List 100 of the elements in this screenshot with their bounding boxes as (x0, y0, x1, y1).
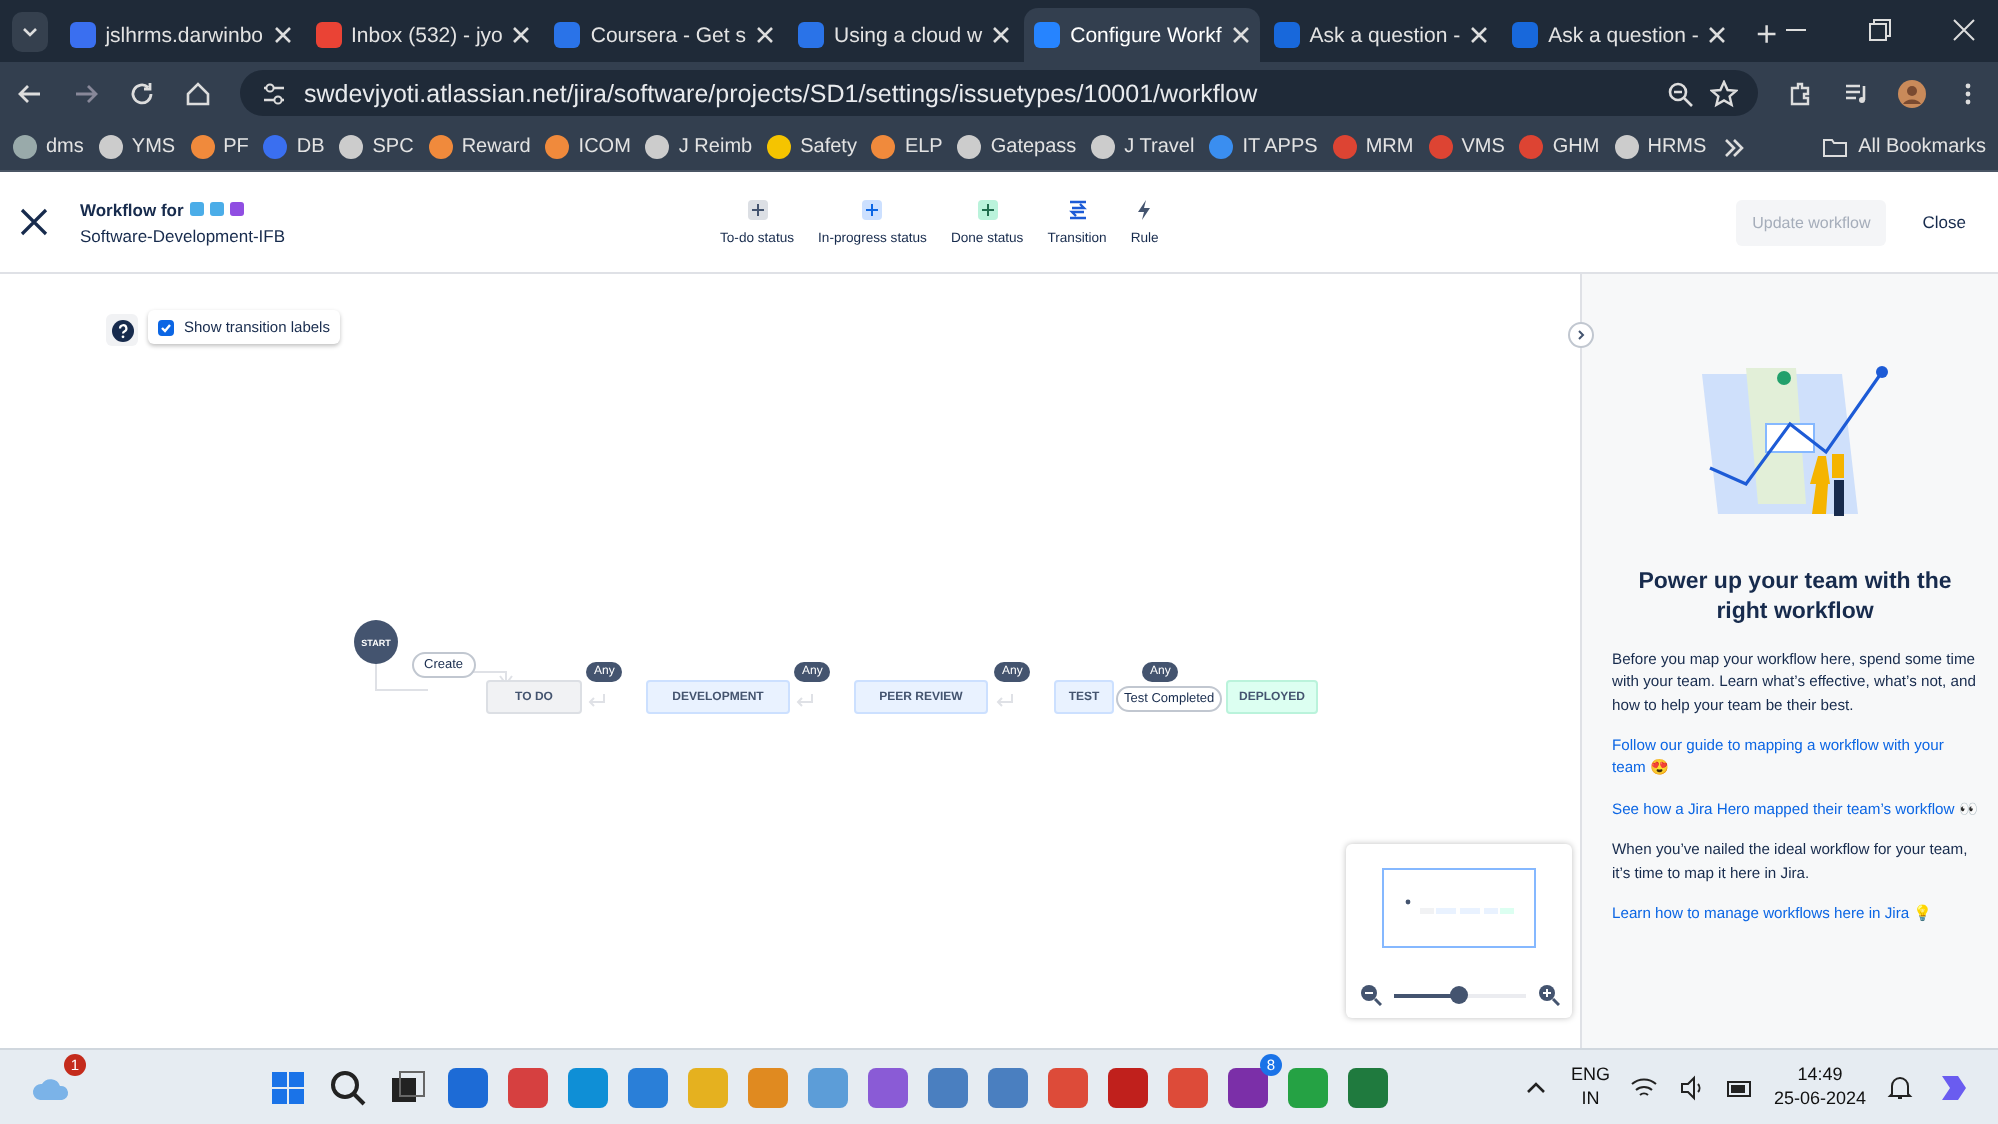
app-icon[interactable] (868, 1067, 908, 1107)
bookmark-icon (1331, 134, 1358, 160)
folder-icon (1822, 134, 1849, 160)
start-icon[interactable] (268, 1067, 308, 1107)
app-icon[interactable] (1228, 1067, 1268, 1107)
bookmark-icon (1208, 134, 1235, 160)
browser-tab[interactable]: Ask a question - (1502, 8, 1737, 62)
task-type-icon (209, 202, 224, 216)
bookmark[interactable]: IT APPS (1208, 134, 1318, 160)
help-icon (111, 319, 133, 341)
app-icon[interactable] (628, 1067, 668, 1107)
browser-tab[interactable]: Coursera - Get s (544, 8, 784, 62)
app-icon[interactable] (448, 1067, 488, 1107)
reload-icon[interactable] (128, 79, 156, 107)
bookmark[interactable]: PF (189, 134, 249, 160)
subtask-type-icon (229, 202, 244, 216)
home-icon[interactable] (184, 79, 212, 107)
close-button[interactable]: Close (1914, 204, 1974, 240)
browser-tab[interactable]: jslhrms.darwinbo (59, 8, 301, 62)
bookmark[interactable]: GHM (1518, 134, 1600, 160)
issue-type-icon (189, 202, 204, 216)
return-arrow-icon (796, 694, 814, 708)
bookmark-icon (1427, 134, 1454, 160)
app-icon[interactable] (928, 1067, 968, 1107)
bookmark-icon (12, 134, 38, 160)
browser-tab[interactable]: Ask a question - (1263, 8, 1499, 62)
bookmark-icon (97, 134, 124, 160)
site-settings-icon[interactable] (260, 79, 288, 107)
bookmark-icon (870, 134, 897, 160)
volume-icon[interactable] (1677, 1073, 1706, 1101)
browser-tab[interactable]: Inbox (532) - jyo (305, 8, 541, 62)
zoom-out-icon[interactable] (1359, 984, 1381, 1006)
bookmark-icon (1518, 134, 1545, 160)
bookmark[interactable]: ICOM (544, 134, 631, 160)
task-view-icon[interactable] (388, 1067, 428, 1107)
tab-search-button[interactable] (12, 12, 48, 52)
checkbox[interactable] (158, 319, 174, 335)
bookmark-icon (766, 134, 793, 160)
bookmark[interactable]: DB (262, 134, 325, 160)
zoom-slider-thumb[interactable] (1450, 986, 1468, 1004)
wifi-icon[interactable] (1629, 1073, 1658, 1101)
search-icon[interactable] (328, 1067, 368, 1107)
bookmark-icon (956, 134, 983, 160)
browser-tab[interactable]: Using a cloud w (787, 8, 1021, 62)
panel-heading: Power up your team with the right workflow (1636, 568, 1954, 628)
plus-icon (747, 199, 768, 219)
bookmark[interactable]: J Travel (1090, 134, 1195, 160)
favicon-icon (69, 22, 96, 48)
zoom-icon[interactable] (1666, 79, 1694, 107)
back-icon[interactable] (16, 79, 44, 107)
bookmark[interactable]: ELP (870, 134, 943, 160)
close-icon[interactable] (20, 208, 48, 236)
bell-icon[interactable] (1886, 1073, 1914, 1101)
favicon-icon (554, 22, 581, 48)
bookmark[interactable]: Gatepass (956, 134, 1077, 160)
bookmark[interactable]: SPC (338, 134, 414, 160)
app-icon[interactable] (1048, 1067, 1088, 1107)
bookmark-icon (189, 134, 216, 160)
bookmark[interactable]: YMS (97, 134, 176, 160)
app-icon[interactable] (1108, 1067, 1148, 1107)
address-bar[interactable]: swdevjyoti.atlassian.net/jira/software/projects/SD1/settings/issuetypes/10001/workflow (240, 70, 1758, 116)
bookmark-icon (544, 134, 571, 160)
more-bookmarks-icon[interactable] (1720, 133, 1749, 161)
bookmark[interactable]: J Reimb (644, 134, 753, 160)
bookmark[interactable]: MRM (1331, 134, 1414, 160)
clock[interactable]: 14:49 25-06-2024 (1773, 1063, 1866, 1111)
transition-icon (1067, 199, 1088, 219)
forward-icon[interactable] (72, 79, 100, 107)
app-icon[interactable] (1168, 1067, 1208, 1107)
chevron-right-icon (1576, 330, 1586, 340)
browser-tab[interactable]: Configure Workf (1024, 8, 1260, 62)
new-tab-icon[interactable] (1756, 22, 1778, 46)
app-icon[interactable] (568, 1067, 608, 1107)
media-icon[interactable] (1842, 79, 1870, 107)
return-arrow-icon (996, 694, 1014, 708)
zoom-in-icon[interactable] (1537, 984, 1559, 1006)
app-icon[interactable] (508, 1067, 548, 1107)
app-icon[interactable] (1288, 1067, 1328, 1107)
app-icon[interactable] (988, 1067, 1028, 1107)
bookmark[interactable]: HRMS (1613, 134, 1707, 160)
all-bookmarks[interactable]: All Bookmarks (1822, 134, 1986, 160)
bookmark[interactable]: Safety (766, 134, 857, 160)
bookmark-icon (427, 134, 454, 160)
bookmark[interactable]: VMS (1427, 134, 1505, 160)
favicon-icon (315, 22, 341, 48)
bookmark-icon (1613, 134, 1640, 160)
language-indicator[interactable]: ENG IN (1570, 1063, 1610, 1111)
avatar-icon[interactable] (1898, 79, 1926, 107)
star-icon[interactable] (1710, 79, 1738, 107)
restore-icon[interactable] (1866, 16, 1894, 44)
bookmark-icon (1090, 134, 1117, 160)
bookmark[interactable]: dms (12, 134, 84, 160)
app-icon[interactable] (1348, 1067, 1388, 1107)
bookmark-icon (262, 134, 289, 160)
return-arrow-icon (588, 694, 606, 708)
plus-icon (862, 199, 883, 219)
help-button[interactable] (106, 314, 138, 346)
collapse-panel-button[interactable] (1568, 322, 1594, 348)
bookmark[interactable]: Reward (427, 134, 531, 160)
extensions-icon[interactable] (1786, 79, 1814, 107)
